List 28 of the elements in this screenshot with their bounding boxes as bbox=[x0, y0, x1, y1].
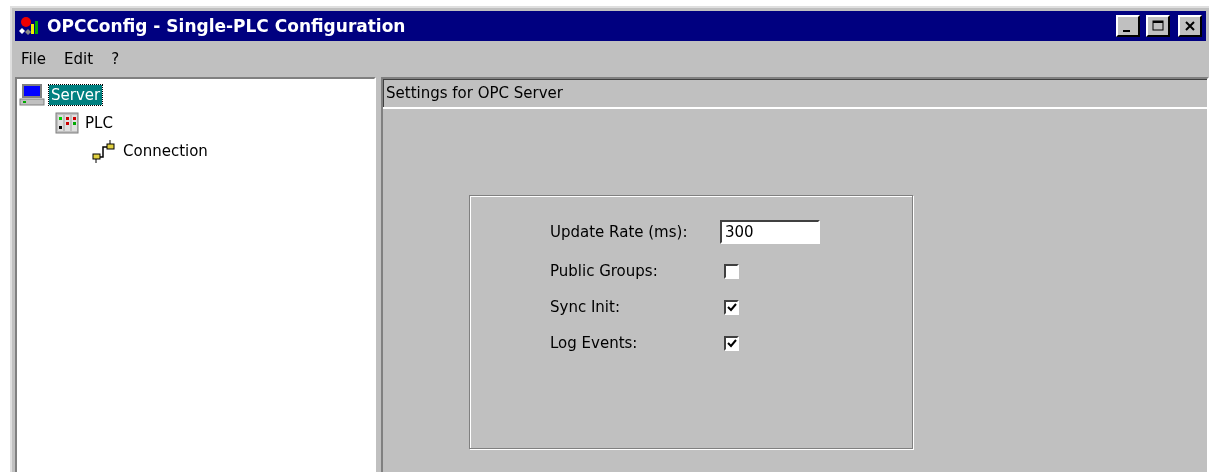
checkbox[interactable] bbox=[724, 299, 739, 315]
menu-item[interactable]: Edit bbox=[64, 50, 94, 68]
checkmark-icon bbox=[726, 302, 737, 312]
computer-icon bbox=[19, 83, 45, 107]
app-icon bbox=[19, 16, 41, 36]
menu-item[interactable]: File bbox=[21, 50, 47, 68]
field-label: Sync Init: bbox=[550, 298, 621, 316]
connector-icon bbox=[91, 139, 117, 163]
close-button[interactable] bbox=[1178, 15, 1202, 37]
maximize-icon bbox=[1152, 20, 1164, 32]
window-title: OPCConfig - Single-PLC Configuration bbox=[47, 16, 407, 36]
input-field[interactable]: 300 bbox=[720, 220, 820, 244]
plc-rack-icon bbox=[55, 111, 79, 135]
maximize-button[interactable] bbox=[1146, 15, 1170, 37]
checkmark-icon bbox=[726, 338, 737, 348]
field-label: Update Rate (ms): bbox=[550, 223, 689, 241]
menu-item[interactable]: ? bbox=[111, 50, 120, 68]
field-label: Log Events: bbox=[550, 334, 639, 352]
close-icon bbox=[1184, 20, 1196, 32]
field-label: Public Groups: bbox=[550, 262, 659, 280]
minimize-icon bbox=[1123, 29, 1130, 32]
tree-item[interactable]: Server bbox=[49, 85, 103, 105]
minimize-button[interactable] bbox=[1116, 15, 1140, 37]
tree-item[interactable]: PLC bbox=[83, 113, 115, 133]
checkbox[interactable] bbox=[724, 263, 739, 279]
panel-header: Settings for OPC Server bbox=[383, 79, 1207, 109]
tree-item[interactable]: Connection bbox=[121, 141, 210, 161]
checkbox[interactable] bbox=[724, 335, 739, 351]
